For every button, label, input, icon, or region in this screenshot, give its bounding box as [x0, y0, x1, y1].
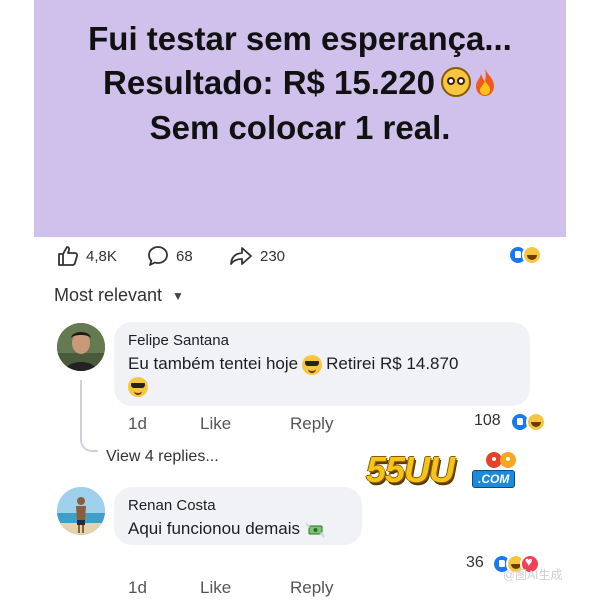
- sort-comments-dropdown[interactable]: Most relevant ▼: [54, 285, 184, 306]
- comment-bubble: Felipe Santana Eu também tentei hoje Reti…: [114, 322, 530, 406]
- comment-text: Eu também tentei hoje Retirei R$ 14.870: [128, 353, 458, 397]
- reply-thread-line: [80, 380, 98, 452]
- thumbs-up-icon: [58, 246, 79, 266]
- headline-line-1: Fui testar sem esperança...: [88, 20, 512, 57]
- headline-line-3: Sem colocar 1 real.: [149, 109, 451, 146]
- post-banner: Fui testar sem esperança... Resultado: R…: [34, 0, 566, 237]
- reply-button[interactable]: Reply: [290, 414, 333, 434]
- comment-text-part-2: Retirei R$ 14.870: [326, 354, 459, 373]
- like-button[interactable]: Like: [200, 414, 231, 434]
- avatar[interactable]: [57, 487, 105, 535]
- watermark-logo: 55UU .COM: [366, 450, 526, 490]
- fire-emoji-icon: [475, 68, 494, 97]
- like-action[interactable]: 4,8K: [56, 244, 117, 268]
- like-button[interactable]: Like: [200, 578, 231, 598]
- avatar[interactable]: [57, 323, 105, 371]
- ai-generated-watermark: @图AI生成: [503, 568, 563, 582]
- mascot-icon: [486, 452, 516, 468]
- comment-text-body: Aqui funcionou demais: [128, 519, 301, 538]
- like-count: 4,8K: [86, 247, 117, 265]
- comment-time[interactable]: 1d: [128, 578, 147, 598]
- comment-time[interactable]: 1d: [128, 414, 147, 434]
- share-count: 230: [260, 247, 286, 265]
- comment-author[interactable]: Renan Costa: [128, 497, 216, 514]
- sort-label: Most relevant: [54, 285, 163, 305]
- haha-reaction-icon: [522, 245, 542, 265]
- sunglasses-emoji-icon: [128, 376, 148, 397]
- headline-line-2: Resultado: R$ 15.220: [34, 66, 566, 100]
- chevron-down-icon: ▼: [172, 288, 184, 303]
- logo-text: 55UU: [366, 449, 455, 490]
- comment-author[interactable]: Felipe Santana: [128, 332, 229, 349]
- share-action[interactable]: 230: [228, 244, 285, 268]
- money-with-wings-emoji-icon: [305, 521, 325, 538]
- comment-reaction-count[interactable]: 108: [474, 412, 501, 430]
- logo-domain: .COM: [472, 470, 516, 488]
- flushed-face-emoji-icon: [440, 67, 471, 98]
- comment-bubble-icon: [148, 246, 168, 266]
- view-replies-link[interactable]: View 4 replies...: [106, 448, 219, 466]
- comment-reaction-count[interactable]: 36: [466, 554, 484, 572]
- comment-count: 68: [176, 247, 193, 265]
- haha-reaction-icon: [526, 412, 546, 432]
- reply-button[interactable]: Reply: [290, 578, 333, 598]
- comment-action[interactable]: 68: [146, 244, 193, 268]
- post-stats-bar: 4,8K 68 230: [56, 244, 556, 268]
- avatar-photo: [57, 323, 105, 371]
- comment-text: Aqui funcionou demais: [128, 518, 326, 540]
- share-arrow-icon: [230, 247, 252, 265]
- comment-text-part-1: Eu também tentei hoje: [128, 354, 299, 373]
- headline-line-2-text: Resultado: R$ 15.220: [103, 64, 435, 101]
- sunglasses-emoji-icon: [302, 354, 323, 375]
- comment-bubble: Renan Costa Aqui funcionou demais: [114, 487, 362, 545]
- avatar-photo: [57, 487, 105, 535]
